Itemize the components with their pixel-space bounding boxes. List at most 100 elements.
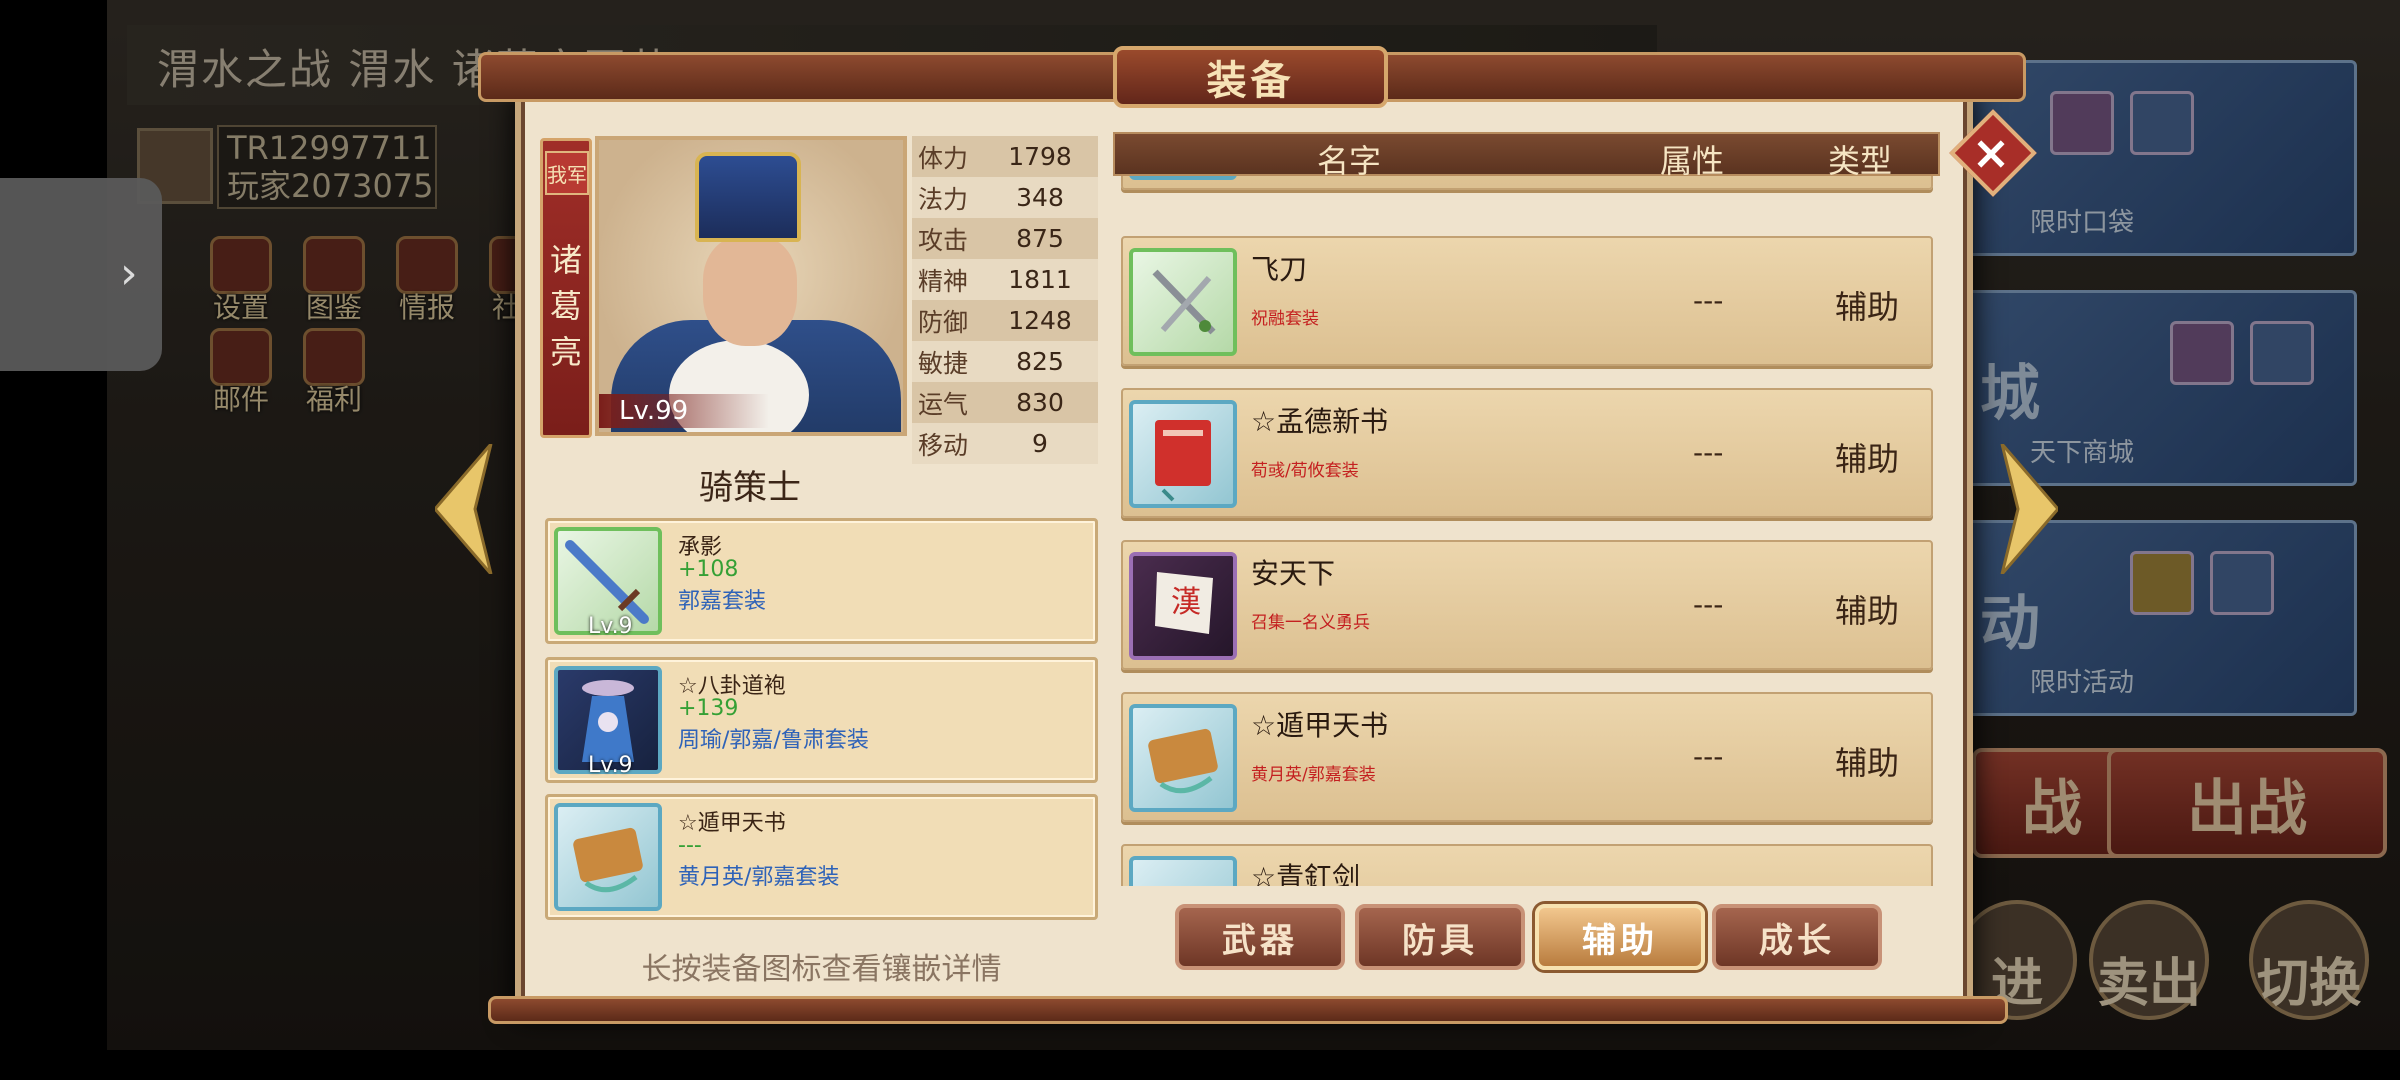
item-subtitle: 祝融套装 [1251,309,1319,329]
item-name: ☆孟德新书 [1251,405,1389,438]
list-item[interactable]: ☆遁甲天书 黄月英/郭嘉套装 --- 辅助 [1121,692,1933,822]
item-name: 飞刀 [1251,253,1308,286]
scroll-icon [1129,704,1237,812]
hero-stats: 体力 1798 法力 348 攻击 875 精神 1811 防御 1248 敏捷 825 运… [912,136,1098,464]
item-level: Lv.9 [588,614,633,639]
modal-bottom-frame [488,996,2008,1024]
menu-welfare[interactable]: 福利 [295,328,373,418]
stat-row: 防御 1248 [912,300,1098,341]
promo-item-slot [2050,91,2114,155]
hero-name: 诸葛亮 [549,241,582,371]
equipped-item-accessory[interactable]: ☆遁甲天书 --- 黄月英/郭嘉套装 [545,794,1098,920]
switch-button[interactable]: 切换 [2249,900,2369,1020]
list-item[interactable]: 飞刀 祝融套装 --- 辅助 [1121,236,1933,366]
player-info[interactable]: TR12997711 玩家2073075 [217,125,437,209]
book-icon [1129,400,1237,508]
promo-caption: 限时口袋 [2030,208,2135,238]
stat-row: 体力 1798 [912,136,1098,177]
list-item[interactable]: 漢 安天下 召集一名义勇兵 --- 辅助 [1121,540,1933,670]
stat-row: 法力 348 [912,177,1098,218]
item-type: 辅助 [1835,592,1900,630]
menu-codex[interactable]: 图鉴 [295,236,373,326]
promo-item-slot [2130,551,2194,615]
welfare-icon [303,328,365,386]
promo-item-slot [2170,321,2234,385]
menu-settings[interactable]: 设置 [202,236,280,326]
promo-big-text: 动 [1980,589,2040,659]
item-bonus: +108 [678,557,739,582]
item-type: 辅助 [1835,440,1900,478]
faction-badge: 我军 [545,151,589,195]
player-name: 玩家2073075 [227,167,434,205]
tab-weapon[interactable]: 武器 [1175,904,1345,970]
item-subtitle: 召集一名义勇兵 [1251,613,1370,633]
intel-icon [396,236,458,294]
menu-intel[interactable]: 情报 [388,236,466,326]
promo-big-text: 城 [1980,359,2040,429]
blade-icon [1129,176,1237,180]
settings-icon [210,236,272,294]
hero-class: 骑策士 [699,468,801,508]
equipped-item-weapon[interactable]: Lv.9 承影 +108 郭嘉套装 [545,518,1098,644]
promo-item-slot [2130,91,2194,155]
item-subtitle: 黄月英/郭嘉套装 [1251,765,1376,785]
hero-level: Lv.99 [599,394,769,428]
stat-row: 敏捷 825 [912,341,1098,382]
throwing-knife-icon [1129,248,1237,356]
stat-row: 运气 830 [912,382,1098,423]
svg-text:漢: 漢 [1171,585,1201,620]
scroll-icon [554,803,662,911]
stat-row: 移动 9 [912,423,1098,464]
item-set: 黄月英/郭嘉套装 [678,865,840,890]
side-drawer-handle[interactable]: › [0,178,162,371]
item-name: 安天下 [1251,557,1336,590]
equipped-item-armor[interactable]: Lv.9 ☆八卦道袍 +139 周瑜/郭嘉/鲁肃套装 [545,657,1098,783]
item-set: 周瑜/郭嘉/鲁肃套装 [678,728,869,753]
modal-title: 装备 [1206,58,1295,104]
tab-accessory[interactable]: 辅助 [1535,904,1705,970]
stat-row: 攻击 875 [912,218,1098,259]
item-attr: --- [1693,284,1724,317]
item-subtitle: 荀彧/荀攸套装 [1251,461,1359,481]
promo-item-slot [2210,551,2274,615]
player-id: TR12997711 [227,129,432,167]
item-bonus: --- [678,833,702,858]
item-name: ☆遁甲天书 [1251,709,1389,742]
item-level: Lv.9 [588,753,633,778]
list-header: 名字 属性 类型 [1113,132,1940,180]
menu-mail[interactable]: 邮件 [202,328,280,418]
list-item[interactable] [1121,176,1933,190]
list-item[interactable]: ☆孟德新书 荀彧/荀攸套装 --- 辅助 [1121,388,1933,518]
promo-caption: 限时活动 [2030,668,2135,698]
battle-button-partial[interactable]: 战 [1972,748,2132,858]
battle-button[interactable]: 出战 [2107,748,2387,858]
codex-icon [303,236,365,294]
arrow-left-icon[interactable] [435,444,493,574]
item-set: 郭嘉套装 [678,589,767,614]
chevron-right-icon: › [120,248,138,299]
item-attr: --- [1693,740,1724,773]
item-bonus: +139 [678,696,739,721]
item-attr: --- [1693,588,1724,621]
sword-icon [1129,856,1237,886]
inlay-hint: 长按装备图标查看镶嵌详情 [641,952,1002,987]
sell-button[interactable]: 卖出 [2089,900,2209,1020]
item-name: ☆青釭剑 [1251,861,1361,886]
list-item[interactable]: ☆青釭剑 [1121,844,1933,886]
close-icon: × [1971,125,2011,180]
portrait-crown [695,152,801,242]
tab-armor[interactable]: 防具 [1355,904,1525,970]
tab-growth[interactable]: 成长 [1712,904,1882,970]
mail-icon [210,328,272,386]
item-type: 辅助 [1835,744,1900,782]
item-type: 辅助 [1835,288,1900,326]
modal-title-plate: 装备 [1113,46,1388,108]
portrait-face [703,236,797,346]
arrow-right-icon[interactable] [2000,444,2058,574]
hero-portrait[interactable]: Lv.99 [595,136,907,436]
equipment-list[interactable]: 飞刀 祝融套装 --- 辅助 ☆孟德新书 荀彧/荀攸套装 --- 辅助 漢 安天… [1113,176,1940,886]
item-attr: --- [1693,436,1724,469]
hero-faction-tag: 我军 诸葛亮 [540,138,592,438]
banner-icon: 漢 [1129,552,1237,660]
promo-item-slot [2250,321,2314,385]
